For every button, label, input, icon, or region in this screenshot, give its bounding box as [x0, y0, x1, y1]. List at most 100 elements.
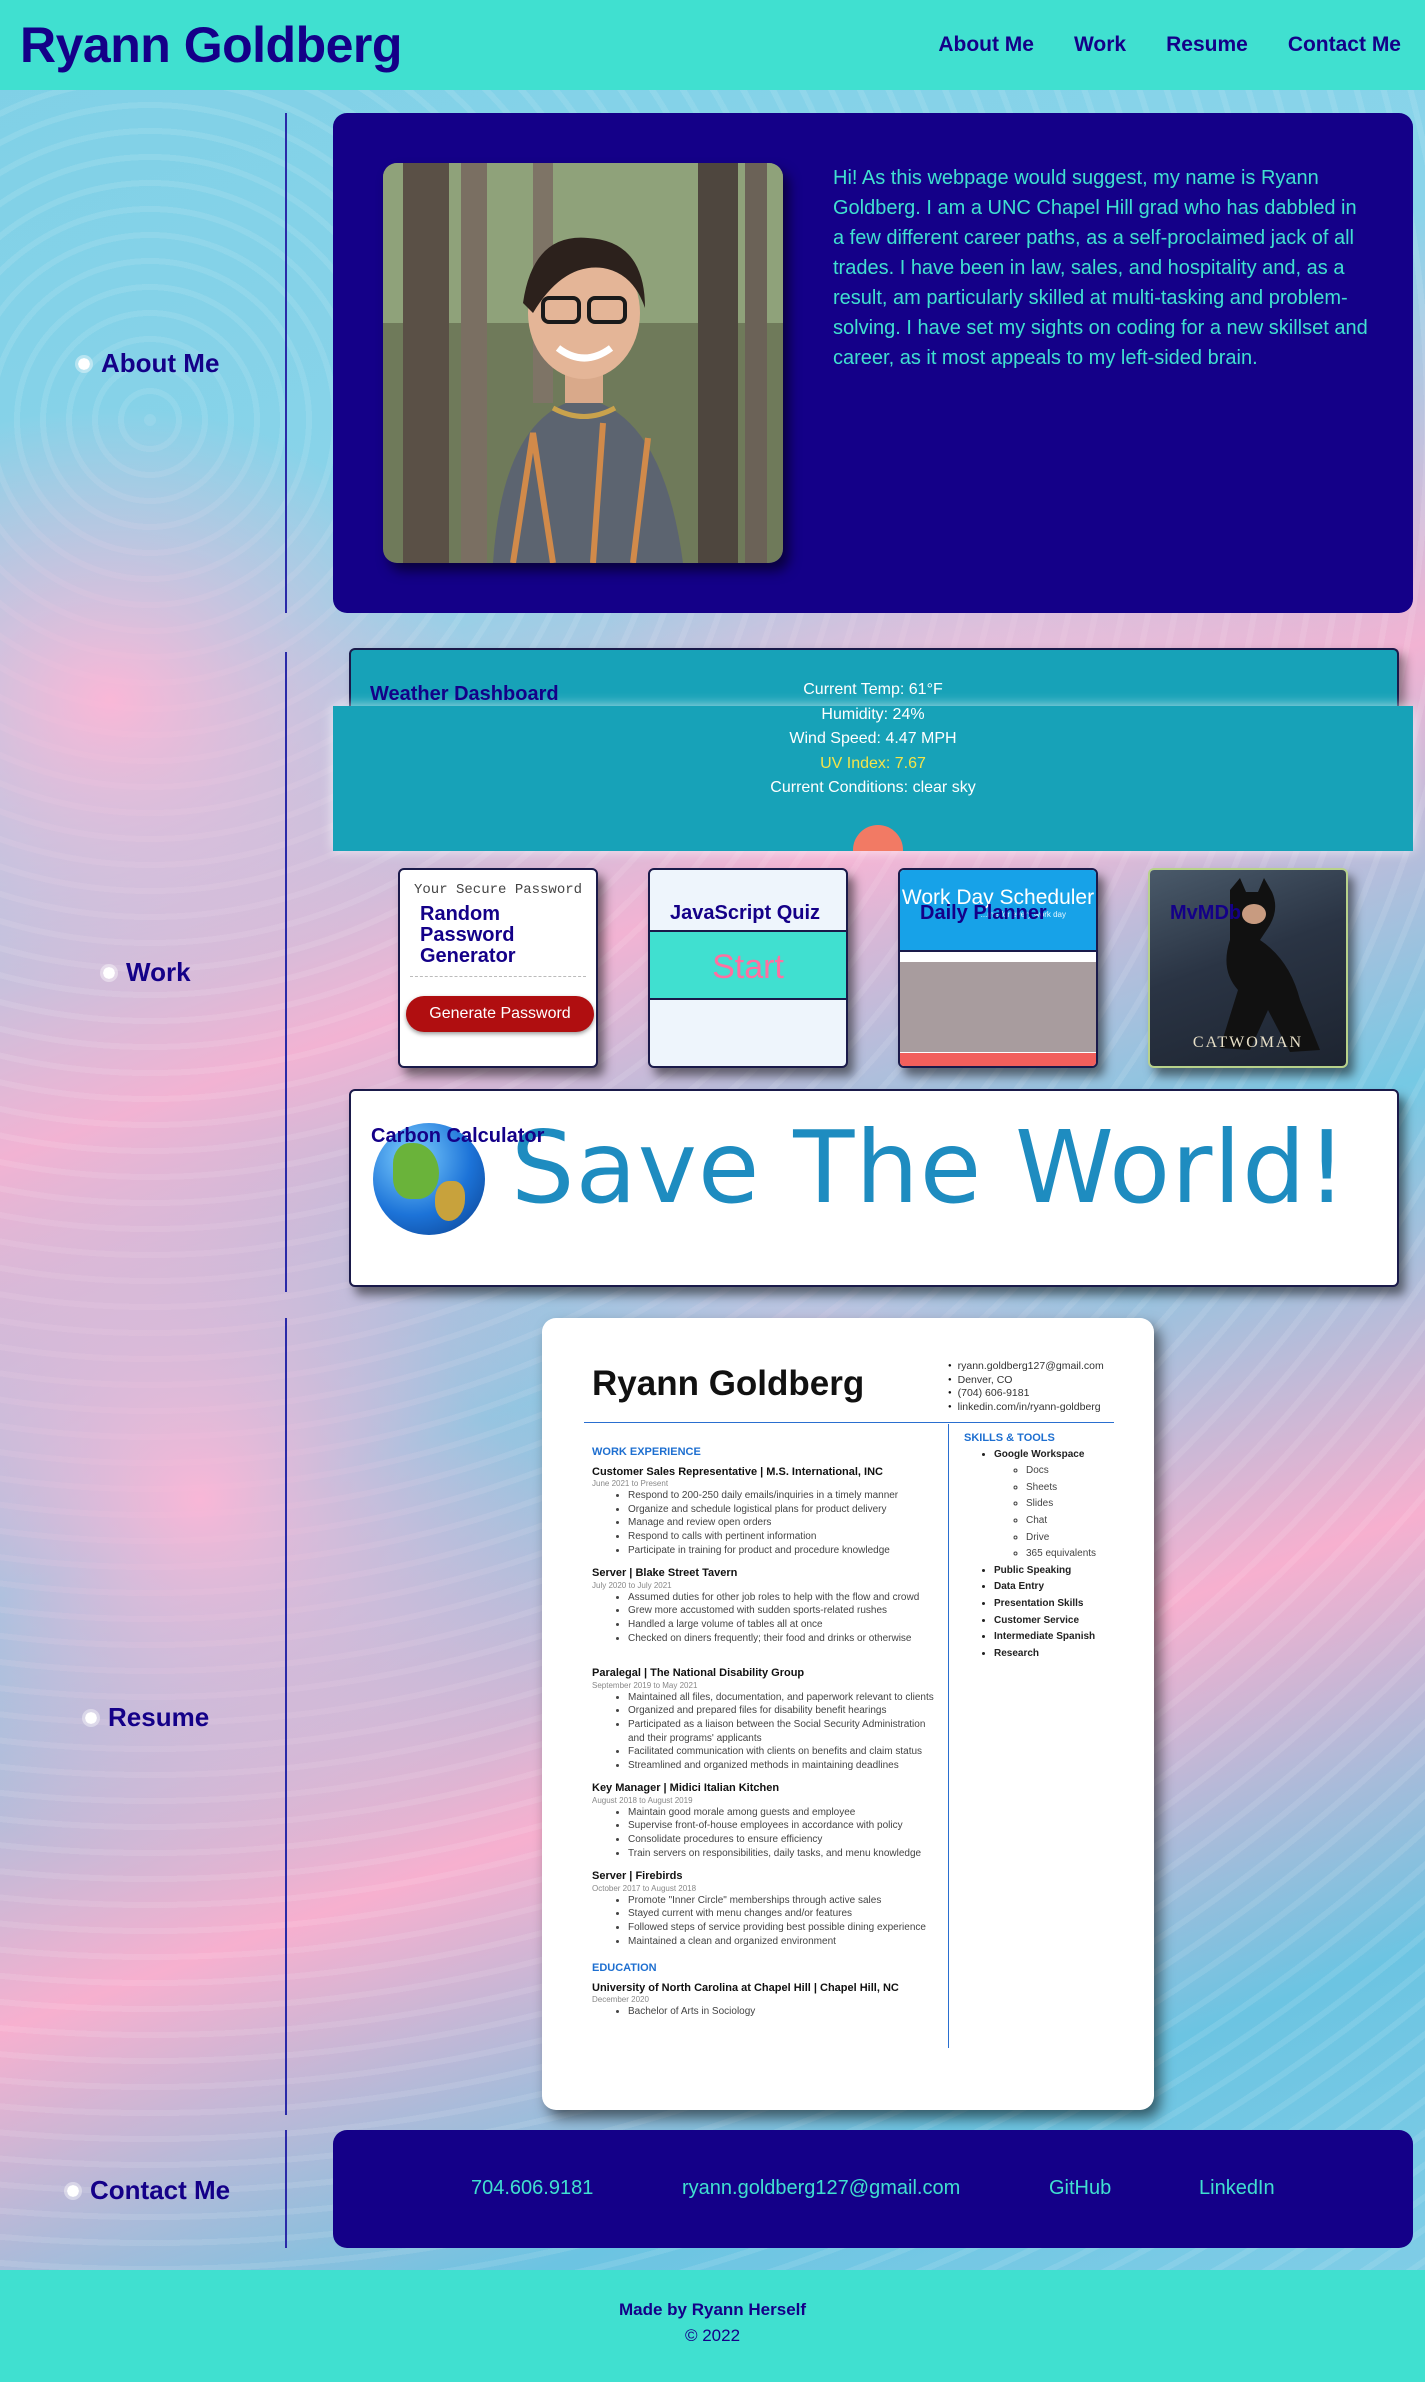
planner-title: Daily Planner	[920, 902, 1047, 924]
list-item: Customer Service	[994, 1613, 1134, 1630]
list-item: Supervise front-of-house employees in ac…	[628, 1819, 937, 1833]
divider-resume	[285, 1318, 287, 2115]
site-title: Ryann Goldberg	[20, 17, 402, 73]
list-item: Drive	[1026, 1530, 1134, 1547]
movie-poster-title: CATWOMAN	[1192, 1034, 1304, 1051]
password-card-header: Your Secure Password	[414, 882, 583, 898]
resume-contact-info: ryann.goldberg127@gmail.com Denver, CO (…	[948, 1360, 1104, 1414]
resume-linkedin: linkedin.com/in/ryann-goldberg	[948, 1401, 1104, 1415]
resume-job-title: Key Manager | Midici Italian Kitchen	[592, 1782, 780, 1795]
password-title: Random Password Generator	[420, 903, 516, 967]
section-label-contact: Contact Me	[64, 2175, 230, 2206]
weather-temp: Current Temp: 61°F	[803, 681, 943, 698]
resume-experience-column: WORK EXPERIENCE Customer Sales Represent…	[592, 1446, 937, 2029]
list-item: Data Entry	[994, 1579, 1134, 1596]
project-javascript-quiz[interactable]: JavaScript Quiz Start	[648, 868, 848, 1068]
nav-work[interactable]: Work	[1074, 33, 1126, 57]
resume-degree-list: Bachelor of Arts in Sociology	[628, 2005, 937, 2019]
weather-humidity: Humidity: 24%	[821, 705, 925, 723]
profile-photo	[383, 163, 783, 563]
list-item: 365 equivalents	[1026, 1546, 1134, 1563]
resume-job-title: Server | Blake Street Tavern	[592, 1567, 738, 1580]
contact-phone-link[interactable]: 704.606.9181	[471, 2177, 593, 2200]
project-password-generator[interactable]: Your Secure Password Random Password Gen…	[398, 868, 598, 1068]
list-item: Organize and schedule logistical plans f…	[628, 1503, 937, 1517]
resume-divider	[584, 1422, 1114, 1423]
list-item: Assumed duties for other job roles to he…	[628, 1591, 937, 1605]
project-mvmdb[interactable]: CATWOMAN MvMDb	[1148, 868, 1348, 1068]
contact-email-link[interactable]: ryann.goldberg127@gmail.com	[682, 2177, 960, 2200]
resume-job-bullets: Promote "Inner Circle" memberships throu…	[628, 1894, 937, 1948]
weather-uv: UV Index: 7.67	[820, 754, 926, 772]
list-item: Slides	[1026, 1496, 1134, 1513]
nav-about[interactable]: About Me	[938, 33, 1034, 57]
nav-contact[interactable]: Contact Me	[1288, 33, 1401, 57]
list-item: Participated as a liaison between the So…	[628, 1718, 937, 1745]
list-item: Participate in training for product and …	[628, 1544, 937, 1558]
resume-job-bullets: Maintain good morale among guests and em…	[628, 1806, 937, 1860]
list-item: Stayed current with menu changes and/or …	[628, 1907, 937, 1921]
resume-job-date: September 2019 to May 2021	[592, 1680, 698, 1690]
linkedin-link[interactable]: LinkedIn	[1199, 2177, 1275, 2200]
resume-job-title: Paralegal | The National Disability Grou…	[592, 1667, 805, 1680]
site-header: Ryann Goldberg About Me Work Resume Cont…	[0, 0, 1425, 90]
resume-job-date: July 2020 to July 2021	[592, 1580, 672, 1590]
list-item: Handled a large volume of tables all at …	[628, 1618, 937, 1632]
list-item: Manage and review open orders	[628, 1516, 937, 1530]
github-link[interactable]: GitHub	[1049, 2177, 1111, 2200]
site-footer: Made by Ryann Herself © 2022	[0, 2270, 1425, 2382]
list-item: Promote "Inner Circle" memberships throu…	[628, 1894, 937, 1908]
list-item: Train servers on responsibilities, daily…	[628, 1847, 937, 1861]
list-item: Maintain good morale among guests and em…	[628, 1806, 937, 1820]
generate-password-button[interactable]: Generate Password	[406, 996, 594, 1032]
resume-school-date: December 2020	[592, 1995, 649, 2005]
section-label-work: Work	[100, 957, 191, 988]
list-item: Organized and prepared files for disabil…	[628, 1704, 937, 1718]
mvmdb-title: MvMDb	[1170, 902, 1242, 924]
quiz-start-button[interactable]: Start	[650, 930, 846, 1000]
bullet-icon	[100, 963, 118, 982]
section-label-resume: Resume	[82, 1702, 209, 1733]
carbon-title: Carbon Calculator	[371, 1125, 545, 1147]
resume-job-bullets: Assumed duties for other job roles to he…	[628, 1591, 937, 1645]
resume-school: University of North Carolina at Chapel H…	[592, 1981, 899, 1994]
resume-job-title: Customer Sales Representative | M.S. Int…	[592, 1465, 883, 1478]
list-item: Maintained all files, documentation, and…	[628, 1691, 937, 1705]
section-label-about: About Me	[75, 348, 219, 379]
resume-job-bullets: Respond to 200-250 daily emails/inquirie…	[628, 1489, 937, 1557]
footer-copyright: © 2022	[684, 2326, 741, 2345]
resume-email: ryann.goldberg127@gmail.com	[948, 1360, 1104, 1374]
resume-subskills-list: Docs Sheets Slides Chat Drive 365 equiva…	[1026, 1463, 1134, 1563]
weather-conditions: Current Conditions: clear sky	[770, 779, 976, 796]
about-bio: Hi! As this webpage would suggest, my na…	[833, 167, 1368, 369]
list-item: Streamlined and organized methods in mai…	[628, 1759, 937, 1773]
list-item: Respond to calls with pertinent informat…	[628, 1530, 937, 1544]
list-item: Research	[994, 1646, 1134, 1663]
nav-resume[interactable]: Resume	[1166, 33, 1248, 57]
project-carbon-calculator[interactable]: Save The World! Carbon Calculator	[349, 1089, 1399, 1287]
resume-job-date: June 2021 to Present	[592, 1479, 669, 1489]
resume-phone: (704) 606-9181	[948, 1387, 1104, 1401]
resume-job-date: October 2017 to August 2018	[592, 1883, 697, 1893]
list-item: Intermediate Spanish	[994, 1629, 1134, 1646]
main-nav: About Me Work Resume Contact Me	[938, 33, 1405, 57]
list-item: Grew more accustomed with sudden sports-…	[628, 1604, 937, 1618]
resume-name: Ryann Goldberg	[592, 1364, 865, 1403]
list-item: Public Speaking	[994, 1563, 1134, 1580]
list-item: Docs	[1026, 1463, 1134, 1480]
resume-skills-column: SKILLS & TOOLS Google Workspace Docs She…	[964, 1430, 1134, 1662]
resume-job-date: August 2018 to August 2019	[592, 1795, 693, 1805]
list-item: Bachelor of Arts in Sociology	[628, 2005, 937, 2019]
weather-wind: Wind Speed: 4.47 MPH	[789, 730, 957, 747]
project-weather-dashboard[interactable]: Weather Dashboard Current Temp: 61°F Hum…	[333, 648, 1413, 851]
list-item: Google Workspace Docs Sheets Slides Chat…	[994, 1447, 1134, 1563]
bullet-icon	[64, 2181, 82, 2200]
list-item: Respond to 200-250 daily emails/inquirie…	[628, 1489, 937, 1503]
carbon-slogan: Save The World!	[511, 1109, 1348, 1226]
list-item: Checked on diners frequently; their food…	[628, 1632, 937, 1646]
resume-skills-heading: SKILLS & TOOLS	[964, 1432, 1055, 1444]
resume-document[interactable]: Ryann Goldberg ryann.goldberg127@gmail.c…	[542, 1318, 1154, 2110]
divider-contact	[285, 2130, 287, 2248]
project-daily-planner[interactable]: Work Day Scheduler ...me for every work …	[898, 868, 1098, 1068]
movie-poster: CATWOMAN	[1150, 870, 1346, 1066]
